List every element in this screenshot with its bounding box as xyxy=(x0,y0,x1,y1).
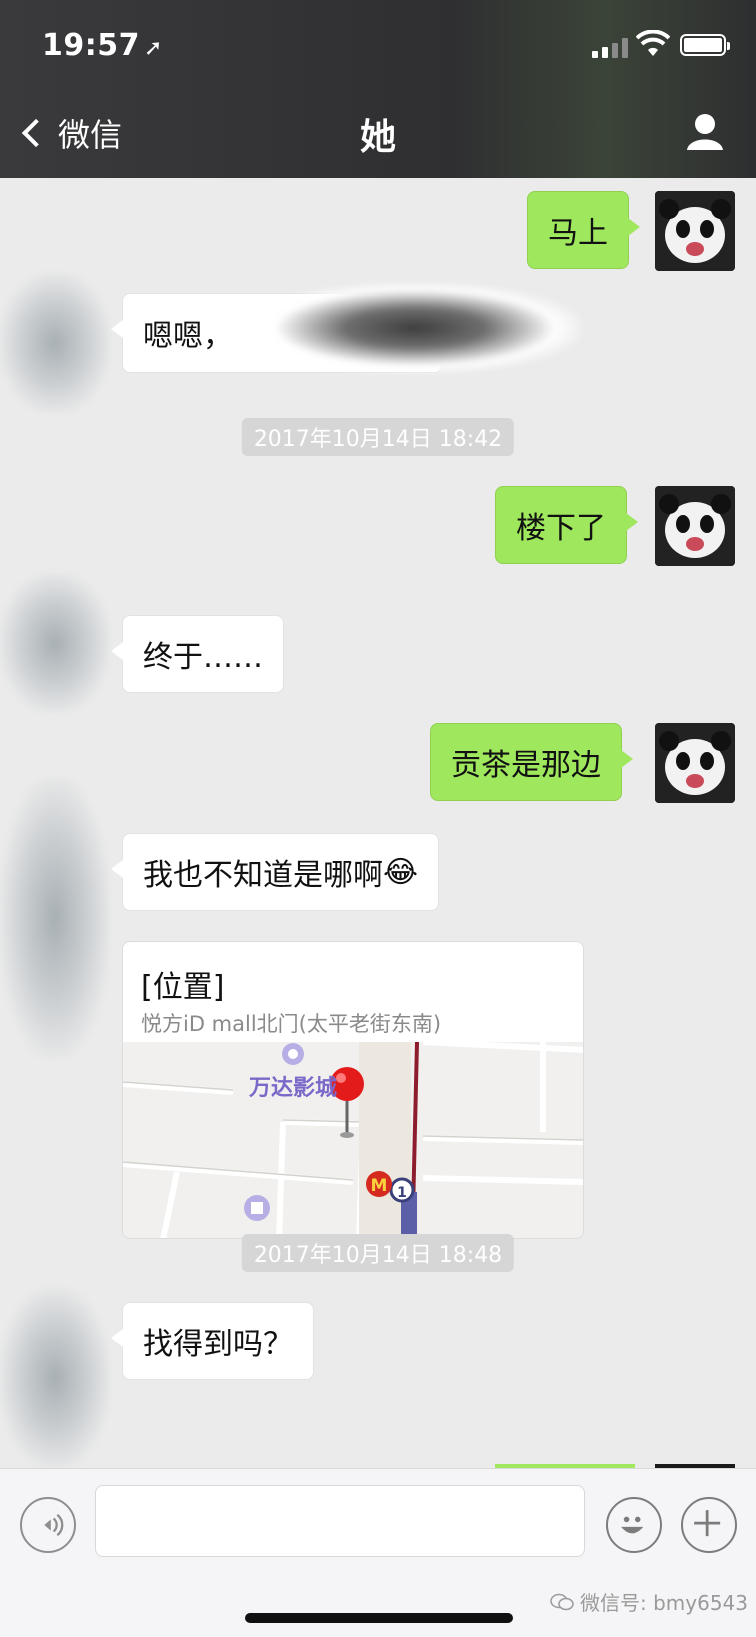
panda-avatar-icon xyxy=(655,723,735,803)
contact-avatar-blurred[interactable] xyxy=(0,273,110,413)
timestamp: 2017年10月14日 18:48 xyxy=(241,1234,515,1272)
my-avatar[interactable] xyxy=(655,723,735,803)
watermark-text: 微信号: bmy6543 xyxy=(580,1591,749,1615)
timestamp-text: 2017年10月14日 18:48 xyxy=(253,1243,503,1268)
signal-bar xyxy=(612,43,618,58)
home-indicator[interactable] xyxy=(245,1613,513,1623)
map-poi-label: 万达影城 xyxy=(249,1076,338,1101)
location-arrow-icon: ➚ xyxy=(144,36,163,61)
my-message-bubble[interactable]: 楼下了 xyxy=(495,486,638,564)
message-text: 终于…… xyxy=(143,640,263,675)
status-time: 19:57 ➚ xyxy=(42,28,163,63)
timestamp-text: 2017年10月14日 18:42 xyxy=(253,427,503,452)
laughing-crying-emoji-icon: 😂 xyxy=(383,854,419,890)
chat-title: 她 xyxy=(359,117,396,158)
message-text: 贡茶是那边 xyxy=(451,748,601,783)
emoji-button[interactable] xyxy=(606,1497,662,1553)
wechat-logo-icon xyxy=(550,1593,574,1610)
message-input[interactable] xyxy=(95,1485,585,1557)
timestamp: 2017年10月14日 18:42 xyxy=(241,418,515,456)
contact-message-bubble[interactable]: 我也不知道是哪啊 😂 xyxy=(110,833,440,911)
app-header: 19:57 ➚ 微信 她 xyxy=(0,0,756,178)
my-avatar[interactable] xyxy=(655,191,735,271)
my-avatar[interactable] xyxy=(655,486,735,566)
watermark: 微信号: bmy6543 xyxy=(550,1587,748,1616)
redaction-scribble xyxy=(250,283,580,373)
chat-area[interactable]: 马上 嗯嗯， 2017年10月14日 18:42 楼下了 终于…… 贡茶是那边 … xyxy=(0,178,756,1468)
person-icon[interactable] xyxy=(686,112,724,152)
contact-avatar-blurred[interactable] xyxy=(0,778,110,1058)
my-message-bubble[interactable]: 马上 xyxy=(527,191,640,269)
location-message-card[interactable]: [位置] 悦方iD mall北门(太平老街东南) 1 M 万达影城 xyxy=(122,941,584,1239)
more-button[interactable] xyxy=(681,1497,737,1553)
panda-avatar-icon xyxy=(655,191,735,271)
map-roads: 1 M xyxy=(123,1042,583,1238)
wifi-icon xyxy=(636,30,670,56)
contact-message-bubble[interactable]: 找得到吗？ xyxy=(111,1302,314,1380)
panda-avatar-icon xyxy=(655,486,735,566)
message-text: 嗯嗯， xyxy=(143,319,233,354)
status-time-text: 19:57 xyxy=(42,28,140,63)
message-text: 找得到吗？ xyxy=(143,1327,293,1362)
battery-icon xyxy=(680,34,730,56)
emoji-icon xyxy=(621,1516,644,1534)
contact-avatar-blurred[interactable] xyxy=(0,1288,110,1468)
voice-icon xyxy=(44,1513,64,1537)
message-text: 楼下了 xyxy=(516,511,606,546)
message-text: 马上 xyxy=(548,216,608,251)
input-bar: 微信号: bmy6543 xyxy=(0,1468,756,1637)
signal-bar xyxy=(592,51,598,58)
battery-level xyxy=(684,38,722,52)
plus-icon xyxy=(694,1510,721,1537)
signal-bar xyxy=(602,47,608,58)
contact-avatar-blurred[interactable] xyxy=(0,573,110,713)
location-address: 悦方iD mall北门(太平老街东南) xyxy=(141,1012,442,1036)
location-title: [位置] xyxy=(141,970,225,1005)
cell-signal-icon xyxy=(592,36,628,58)
mcdonalds-logo: M xyxy=(371,1176,388,1196)
transit-line-badge: 1 xyxy=(397,1185,407,1201)
contact-message-bubble[interactable]: 终于…… xyxy=(111,615,284,693)
signal-bar xyxy=(622,38,628,58)
my-message-bubble[interactable]: 贡茶是那边 xyxy=(430,723,633,801)
voice-button[interactable] xyxy=(20,1497,76,1553)
location-map-preview[interactable]: 1 M 万达影城 xyxy=(123,1042,583,1238)
message-text: 我也不知道是哪啊 xyxy=(143,858,383,893)
